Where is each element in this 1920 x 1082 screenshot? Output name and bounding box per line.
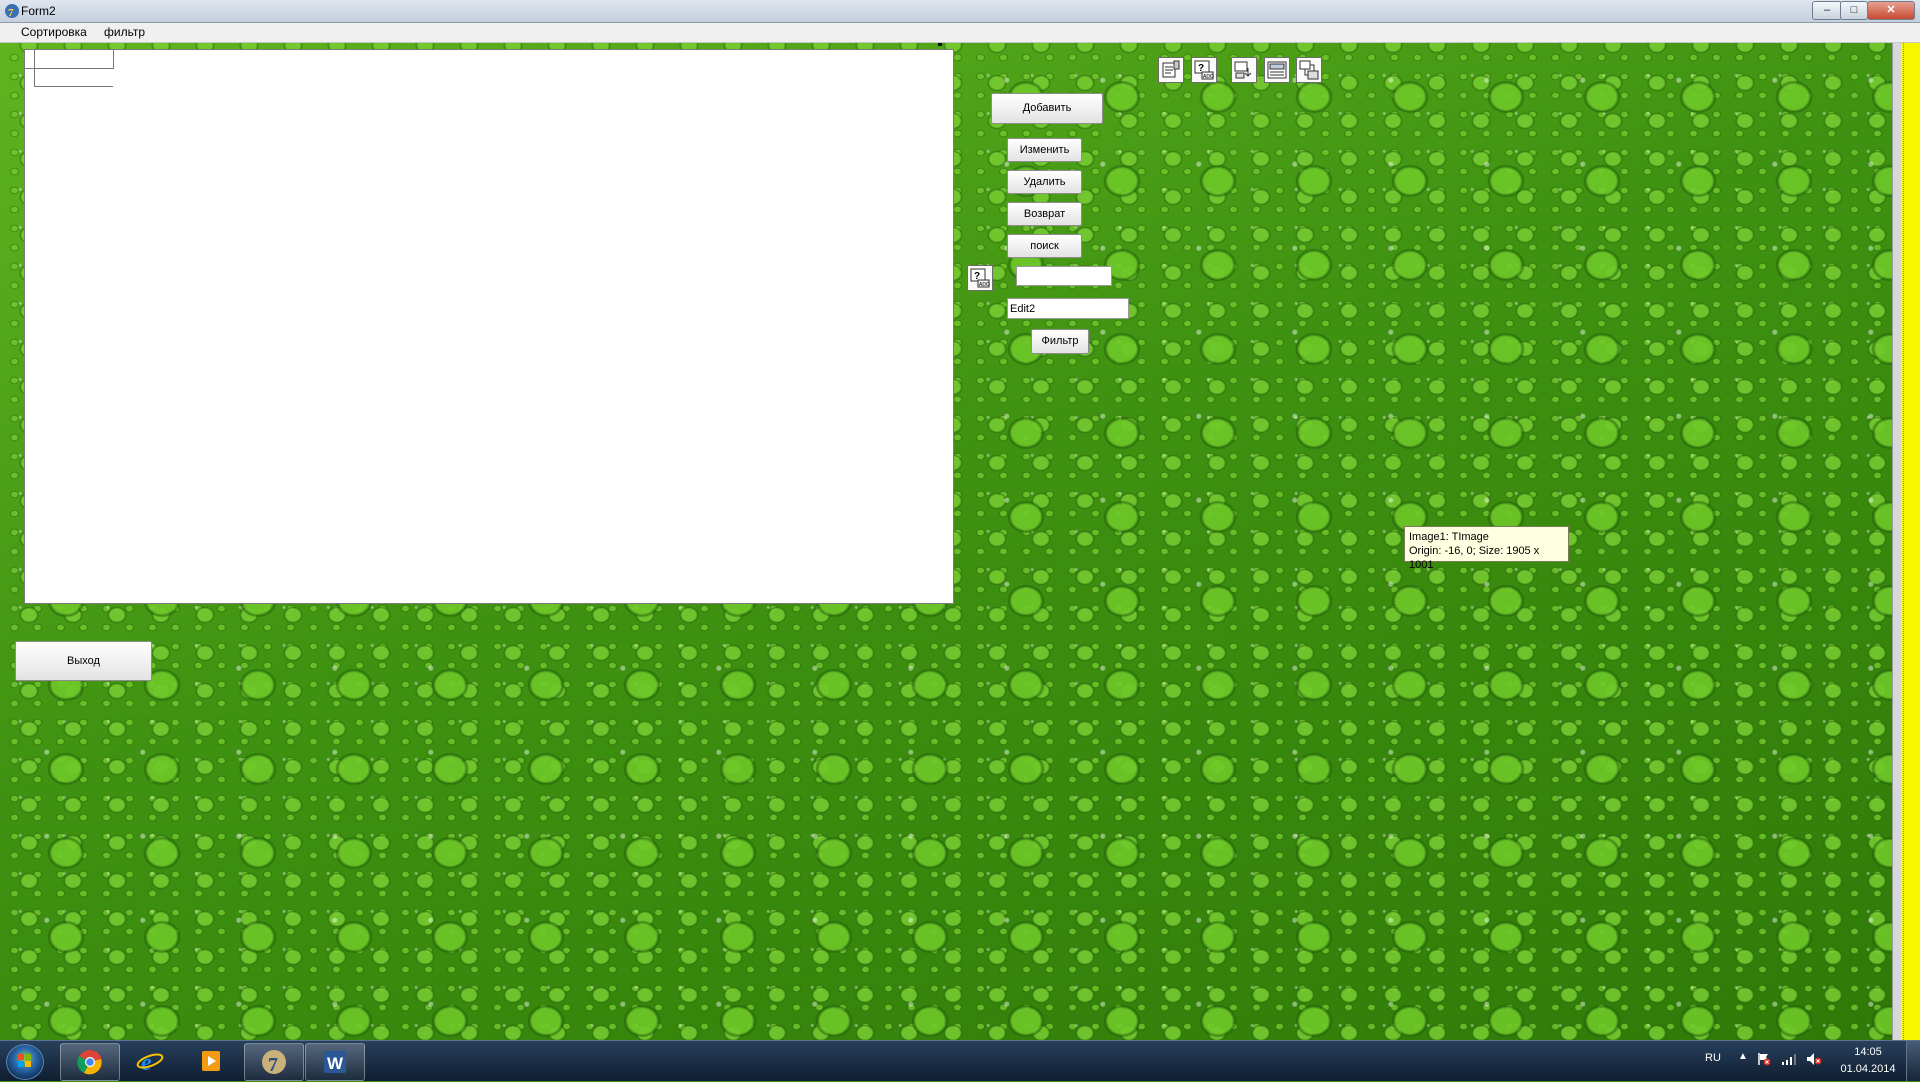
exit-button[interactable]: Выход xyxy=(15,641,152,681)
data-grid[interactable] xyxy=(24,49,954,604)
search-input[interactable] xyxy=(1016,266,1112,286)
show-desktop-button[interactable] xyxy=(1906,1041,1920,1081)
delete-button[interactable]: Удалить xyxy=(1007,170,1082,194)
designer-guide-line xyxy=(1903,43,1905,1040)
close-button[interactable]: ✕ xyxy=(1867,1,1915,20)
data-source-icon[interactable] xyxy=(1231,57,1257,83)
search-button[interactable]: поиск xyxy=(1007,234,1082,258)
grid-row-indicator xyxy=(25,69,35,87)
return-button[interactable]: Возврат xyxy=(1007,202,1082,226)
svg-text:ADO: ADO xyxy=(979,282,990,288)
svg-text:e: e xyxy=(141,1050,152,1074)
show-hidden-icons-icon[interactable]: ▲ xyxy=(1738,1051,1748,1062)
designer-tooltip: Image1: TImage Origin: -16, 0; Size: 190… xyxy=(1404,526,1569,571)
window-title: Form2 xyxy=(21,4,56,18)
grid-header-cell[interactable] xyxy=(35,50,114,69)
maximize-button[interactable]: □ xyxy=(1840,1,1868,20)
taskbar: e 7 W RU ▲ 14:05 01.04.2014 xyxy=(0,1040,1920,1081)
taskbar-word[interactable]: W xyxy=(305,1043,365,1081)
tooltip-line-1: Image1: TImage xyxy=(1409,531,1489,543)
network-signal-icon[interactable] xyxy=(1781,1052,1797,1066)
media-player-icon xyxy=(202,1051,220,1071)
action-center-flag-icon[interactable] xyxy=(1757,1052,1771,1066)
word-letter: W xyxy=(327,1054,344,1073)
taskbar-media-player[interactable] xyxy=(182,1043,240,1079)
selection-handle[interactable] xyxy=(938,43,942,46)
grid-corner-cell xyxy=(25,50,35,69)
minimize-button[interactable]: – xyxy=(1812,1,1842,20)
svg-text:ADO: ADO xyxy=(1203,74,1214,80)
delphi-app-icon: 7 xyxy=(4,3,20,19)
taskbar-delphi[interactable]: 7 xyxy=(244,1043,304,1081)
menu-sort[interactable]: Сортировка xyxy=(21,25,87,39)
chrome-icon xyxy=(77,1050,102,1075)
grid-cell[interactable] xyxy=(35,69,113,87)
start-orb-icon[interactable] xyxy=(6,1044,44,1080)
word-icon: W xyxy=(324,1051,346,1073)
clock-time[interactable]: 14:05 xyxy=(1840,1046,1896,1058)
delphi-icon: 7 xyxy=(262,1050,286,1075)
internet-explorer-icon: e xyxy=(136,1050,164,1074)
table-component-icon[interactable] xyxy=(1158,57,1184,83)
filter-input[interactable] xyxy=(1007,298,1129,319)
ado-query-icon[interactable]: ? ADO xyxy=(967,265,993,291)
taskbar-internet-explorer[interactable]: e xyxy=(121,1043,179,1079)
filter-button[interactable]: Фильтр xyxy=(1031,329,1089,354)
tooltip-line-2: Origin: -16, 0; Size: 1905 x 1001 xyxy=(1409,545,1540,571)
add-button[interactable]: Добавить xyxy=(991,93,1103,124)
ado-connection-icon[interactable] xyxy=(1296,57,1322,83)
title-bar: 7 Form2 – □ ✕ xyxy=(0,0,1920,23)
edit-button[interactable]: Изменить xyxy=(1007,138,1082,162)
language-indicator[interactable]: RU xyxy=(1705,1052,1721,1064)
ado-table-icon[interactable] xyxy=(1264,57,1290,83)
menu-filter[interactable]: фильтр xyxy=(104,25,145,39)
ado-query-icon[interactable]: ? ADO xyxy=(1191,57,1217,83)
menu-bar: Сортировка фильтр xyxy=(0,23,1920,43)
svg-text:7: 7 xyxy=(8,7,14,19)
clock-date[interactable]: 01.04.2014 xyxy=(1834,1063,1902,1075)
delphi-letter: 7 xyxy=(268,1054,278,1075)
volume-muted-icon[interactable] xyxy=(1806,1052,1822,1066)
taskbar-chrome[interactable] xyxy=(60,1043,120,1081)
